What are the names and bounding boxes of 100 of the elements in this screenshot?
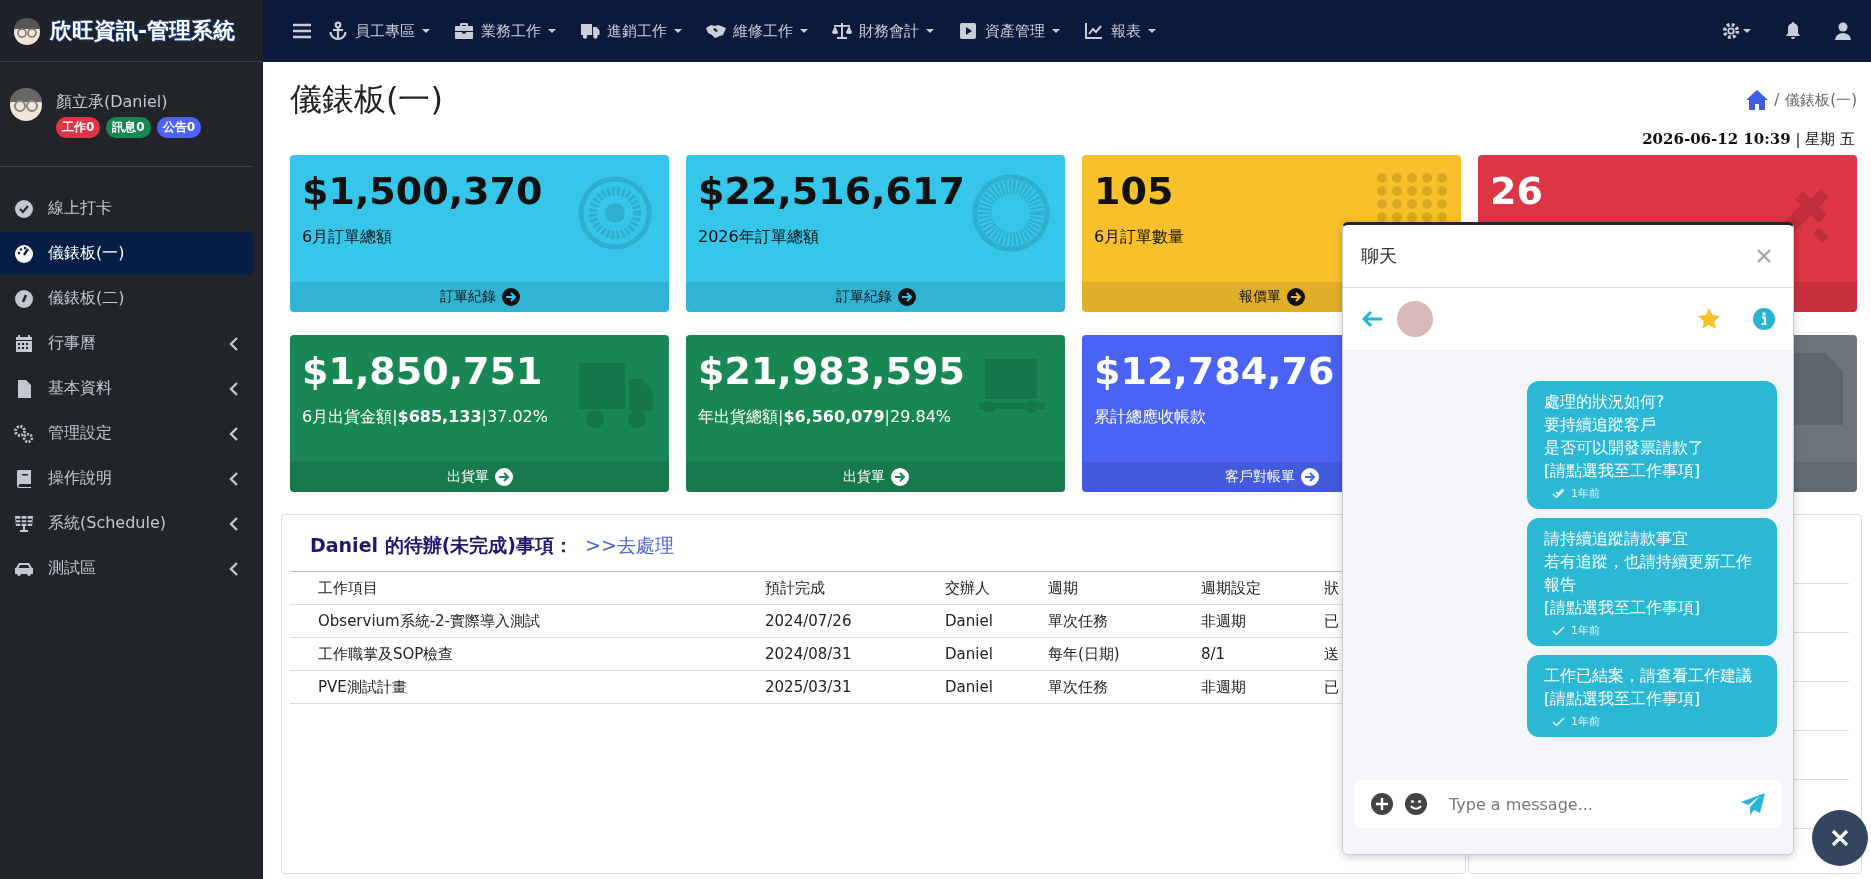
caret-icon: [674, 28, 682, 34]
column-header: 週期: [1020, 571, 1173, 605]
sidebar-item[interactable]: 測試區: [0, 547, 253, 590]
caret-icon: [1743, 28, 1751, 34]
card-link[interactable]: 出貨單: [446, 468, 513, 486]
table-cell: Daniel: [917, 670, 1020, 704]
message-line: 請持續追蹤請款事宜: [1544, 529, 1689, 550]
card-link[interactable]: 出貨單: [842, 468, 909, 486]
gauge-icon: [14, 288, 34, 309]
close-icon: [1831, 829, 1849, 847]
sidebar-item[interactable]: 行事曆: [0, 322, 253, 365]
nav-menu[interactable]: 維修工作: [695, 13, 819, 49]
table-cell: Observium系統-2-實際導入測試: [290, 604, 737, 638]
check-circle-icon: [14, 198, 34, 219]
message-time: 1年前: [1571, 714, 1600, 729]
caret-icon: [1148, 28, 1156, 34]
column-header: 工作項目: [290, 571, 737, 605]
solar-panel-icon: [14, 513, 34, 534]
sidebar-item[interactable]: 線上打卡: [0, 187, 253, 230]
message-composer[interactable]: Type a message...: [1355, 780, 1781, 828]
breadcrumb-item: 儀錶板(一): [1785, 90, 1857, 110]
message-line: 處理的狀況如何?: [1544, 392, 1666, 413]
column-header: 交辦人: [917, 571, 1020, 605]
emblem-icon: [971, 173, 1051, 253]
caret-icon: [800, 28, 808, 34]
sidebar-item[interactable]: 系統(Schedule): [0, 502, 253, 545]
sidebar-item[interactable]: 儀錶板(一): [0, 232, 253, 275]
stat-value: $12,784,76: [1094, 348, 1335, 395]
stat-label: 2026年訂單總額: [698, 227, 819, 248]
nav-menu[interactable]: 員工專區: [317, 13, 441, 49]
column-header: 預計完成: [737, 571, 917, 605]
briefcase-icon: [454, 21, 474, 41]
table-cell: 非週期: [1173, 670, 1296, 704]
stat-label: 6月訂單數量: [1094, 227, 1185, 248]
stat-value: 105: [1094, 168, 1174, 215]
stat-value: $21,983,595: [698, 348, 965, 395]
gauge-icon: [14, 243, 34, 264]
card-link[interactable]: 客戶對帳單: [1224, 468, 1319, 486]
table-cell: 2025/03/31: [737, 670, 917, 704]
message-input[interactable]: Type a message...: [1447, 793, 1731, 815]
sidebar-item[interactable]: 儀錶板(二): [0, 277, 253, 320]
sidebar-item[interactable]: 操作說明: [0, 457, 253, 500]
message-line: [請點選我至工作事項]: [1544, 598, 1702, 619]
breadcrumb-separator: /: [1774, 91, 1780, 109]
date-time: 2026-06-12 10:39 | 星期 五: [1642, 130, 1855, 148]
arrow-circle-icon: [890, 468, 909, 486]
stat-value: $22,516,617: [698, 168, 965, 215]
nav-menu[interactable]: 業務工作: [443, 13, 567, 49]
paper-plane-icon: [1741, 793, 1765, 815]
stat-value: 26: [1490, 168, 1543, 215]
chat-title: 聊天: [1361, 244, 1397, 268]
caret-icon: [422, 28, 430, 34]
chevron-icon: [229, 560, 239, 577]
nav-menu[interactable]: 報表: [1073, 13, 1167, 49]
menu-icon: [293, 23, 311, 39]
smiley-icon: [1405, 793, 1427, 815]
stat-value: $1,850,751: [302, 348, 543, 395]
chevron-icon: [229, 425, 239, 442]
close-chat-button[interactable]: [1812, 810, 1868, 866]
page-title: 儀錶板(一): [290, 79, 443, 120]
sidebar-item[interactable]: 管理設定: [0, 412, 253, 455]
photo-placeholder: [1397, 301, 1433, 337]
settings-icon: [1722, 22, 1740, 40]
table-cell: Daniel: [917, 604, 1020, 638]
todo-link[interactable]: >>去處理: [585, 533, 674, 559]
stat-label: 年出貨總額|$6,560,079|29.84%: [698, 407, 951, 428]
plus-circle-icon: [1371, 793, 1393, 815]
table-cell: 8/1: [1173, 637, 1296, 671]
brand-title: 欣旺資訊-管理系統: [50, 15, 236, 45]
info-icon: [1753, 308, 1775, 330]
nav-menu[interactable]: 財務會計: [821, 13, 945, 49]
anchor-icon: [328, 21, 348, 41]
table-cell: 每年(日期): [1020, 637, 1173, 671]
nav-menu[interactable]: 資產管理: [947, 13, 1071, 49]
message-line: 是否可以開發票請款了: [1544, 438, 1705, 459]
card-link[interactable]: 報價單: [1238, 288, 1305, 306]
sidebar-item[interactable]: 基本資料: [0, 367, 253, 410]
table-cell: 工作職掌及SOP檢查: [290, 637, 737, 671]
table-cell: PVE測試計畫: [290, 670, 737, 704]
attach-button[interactable]: [1369, 791, 1395, 817]
table-cell: 非週期: [1173, 604, 1296, 638]
card-link[interactable]: 訂單紀錄: [835, 288, 916, 306]
truck-icon: [580, 21, 600, 41]
message-time: 1年前: [1571, 486, 1600, 501]
message-line: 若有追蹤，也請持續更新工作報告: [1544, 552, 1753, 596]
arrow-circle-icon: [1300, 468, 1319, 486]
caret-icon: [548, 28, 556, 34]
play-icon: [958, 21, 978, 41]
arrow-circle-icon: [897, 288, 916, 306]
stat-label: 累計總應收帳款: [1094, 407, 1206, 428]
nav-menu[interactable]: 進銷工作: [569, 13, 693, 49]
emoji-button[interactable]: [1403, 791, 1429, 817]
close-icon: [1757, 249, 1771, 263]
card-link[interactable]: 訂單紀錄: [439, 288, 520, 306]
calendar-icon: [14, 333, 34, 354]
message-line: [請點選我至工作事項]: [1544, 461, 1702, 482]
table-cell: 單次任務: [1020, 670, 1173, 704]
chart-line-icon: [1084, 21, 1104, 41]
chevron-icon: [229, 335, 239, 352]
chevron-icon: [229, 380, 239, 397]
